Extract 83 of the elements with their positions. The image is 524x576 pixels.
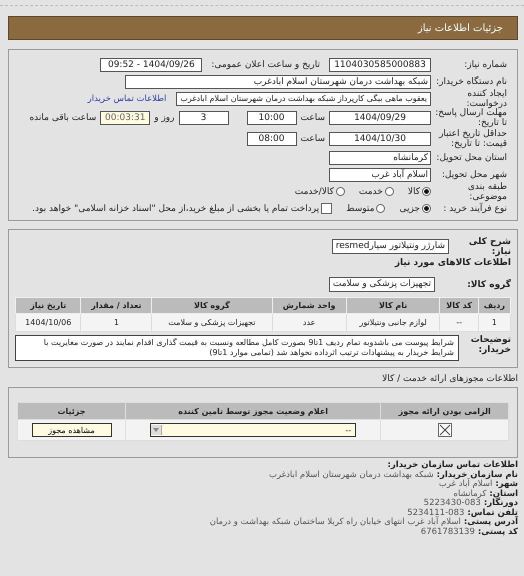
column-header: الزامی بودن ارائه مجوز [380,402,508,420]
column-header: تاریخ نیاز [16,298,81,314]
column-header: جزئیات [18,402,126,420]
contact-label: شهر: [495,479,518,489]
field-label: شماره نیاز: [463,60,507,70]
table-cell: -- [440,314,478,332]
radio-button[interactable] [422,187,431,196]
contact-value: 6761783139 [420,526,475,536]
contact-title: اطلاعات تماس سازمان خریدار: [386,461,518,470]
summary-field: شارژر ونتیلاتور سیارresmed [332,239,449,254]
contact-label: استان: [489,488,518,498]
deadline-time-field: 10:00 [246,110,296,124]
field-label: حداقل تاریخ اعتبار قیمت: تا تاریخ: [438,128,507,148]
goods-group-field: تجهیزات پزشکی و سلامت [328,277,435,292]
field-label: شهر محل تحویل: [440,170,507,180]
contact-label: آدرس پستی: [464,517,518,527]
field-label: استان محل تحویل: [435,152,507,162]
creator-field: یعقوب ماهی بیگی کارپرداز شبکه بهداشت درمان شهرستان اسلام ابادغرب [176,92,431,106]
city-field: اسلام آباد غرب [329,168,431,182]
validity-date-field: 1404/10/30 [329,132,431,146]
table-cell: 1404/10/06 [16,314,81,332]
contact-value: شبکه بهداشت درمان شهرستان اسلام ابادغرب [268,470,434,480]
table-cell: لوازم جانبی ونتیلاتور [346,314,440,332]
radio-button[interactable] [336,187,345,196]
column-header: گروه کالا [152,298,272,314]
field-label: گروه کالا: [466,280,511,290]
contact-value: 083-5234111 [407,508,464,518]
need-number-field: 1104030585000883 [329,58,431,72]
field-label: ساعت [300,134,325,144]
contact-value: اسلام آباد غرب [438,479,492,489]
field-label: ایجاد کننده درخواست: [466,88,507,108]
contact-label: کد پستی: [478,526,518,536]
field-label: روز و [154,112,174,122]
contact-label: دورنگار: [484,498,518,508]
radio-button[interactable] [376,204,386,213]
column-header: تعداد / مقدار [80,298,152,314]
table-cell: 1 [478,314,510,332]
field-label: ساعت باقی مانده [29,112,96,122]
section-title: اطلاعات مجوزهای ارائه خدمت / کالا [381,374,518,384]
checkbox[interactable] [321,203,332,214]
field-label: ساعت [300,112,325,122]
column-header: ردیف [478,298,510,314]
table-cell: عدد [272,314,346,332]
option-label: جزیی [399,204,420,214]
field-label: تاریخ و ساعت اعلان عمومی: [211,60,320,70]
radio-button[interactable] [422,204,431,213]
option-label: کالا/خدمت [294,186,334,196]
column-header: کد کالا [440,298,478,314]
status-dropdown[interactable]: -- [150,423,356,437]
days-field: 3 [178,110,228,124]
option-label: کالا [408,186,420,196]
option-label: خدمت [358,186,383,196]
radio-button[interactable] [384,187,394,196]
field-label: نوع فرآیند خرید : [435,204,507,214]
table-cell: تجهیزات پزشکی و سلامت [152,314,272,332]
contact-value: 083-5223430 [424,498,481,508]
buyer-contact-link[interactable]: اطلاعات تماس خریدار [88,94,166,104]
contact-label: نام سازمان خریدار: [436,470,518,480]
option-label: پرداخت تمام یا بخشی از مبلغ خرید،از محل "اسناد خزانه اسلامی" خواهد بود. [32,204,320,214]
contact-value: کرمانشاه [454,488,486,498]
deadline-date-field: 1404/09/29 [329,110,431,124]
page-title: جزئیات اطلاعات نیاز [418,22,503,34]
field-label: نام دستگاه خریدار: [435,76,507,86]
announce-date-field: 1404/09/26 - 09:52 [100,58,202,72]
contact-value: اسلام آباد غرب انتهای خیابان راه کربلا ساختمان شبکه بهداشت و درمان [210,517,461,527]
field-label: توضیحات خریدار: [470,335,511,355]
table-cell: 1 [80,314,152,332]
province-field: کرمانشاه [329,150,431,164]
column-header: اعلام وضعیت مجوز توسط تامین کننده [126,402,381,420]
contact-label: تلفن تماس: [467,508,518,518]
field-label: طبقه بندی موضوعی: [466,182,507,202]
column-header: واحد شمارش [272,298,346,314]
field-label: شرح کلی نیاز: [468,236,511,256]
remaining-time-field: 00:03:31 [100,110,150,124]
field-label: مهلت ارسال پاسخ: تا تاریخ: [435,108,507,128]
column-header: نام کالا [346,298,440,314]
option-label: متوسط [346,204,374,214]
buyer-notes: شرایط پیوست می باشدوبه تمام ردیف 1تا9 بصورت کامل مطالعه ونسبت به قیمت گذاری اقدام نمایند در صورت مغایریت با شرایط خریدار به پیشنهادات ترتیب اثرداده نخواهد شد (تمامی موارد 1تا9) [15,335,459,361]
validity-time-field: 08:00 [246,132,296,146]
view-license-button[interactable]: مشاهده مجوز [32,423,112,437]
buyer-field: شبکه بهداشت درمان شهرستان اسلام ابادغرب [125,74,431,88]
section-title: اطلاعات کالاهای مورد نیاز [394,258,511,268]
caret-icon [151,425,162,435]
